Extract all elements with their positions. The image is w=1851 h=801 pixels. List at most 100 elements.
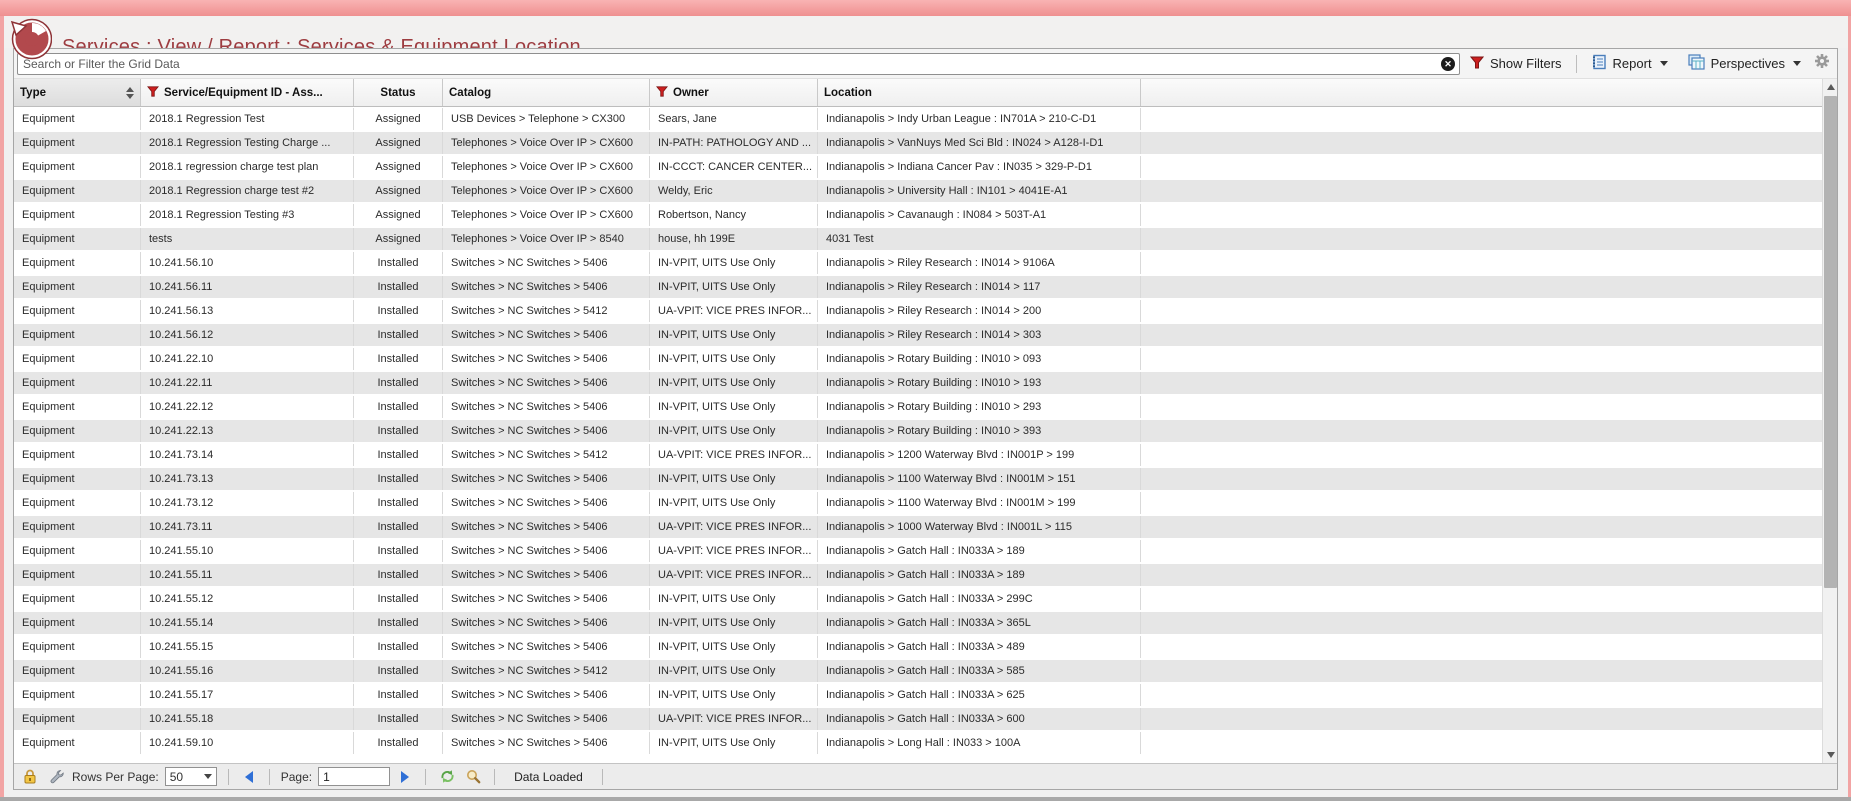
table-row[interactable]: Equipment10.241.55.18InstalledSwitches >… xyxy=(14,707,1837,731)
table-row[interactable]: Equipment10.241.73.13InstalledSwitches >… xyxy=(14,467,1837,491)
cell-type: Equipment xyxy=(14,108,141,130)
column-header-owner[interactable]: Owner xyxy=(650,79,818,106)
cell-filler xyxy=(1141,276,1837,298)
table-row[interactable]: Equipment10.241.56.10InstalledSwitches >… xyxy=(14,251,1837,275)
perspectives-button[interactable]: Perspectives xyxy=(1678,52,1811,76)
bottom-border-strip xyxy=(0,797,1851,801)
cell-type: Equipment xyxy=(14,156,141,178)
cell-status: Assigned xyxy=(354,132,443,154)
table-row[interactable]: Equipment10.241.55.17InstalledSwitches >… xyxy=(14,683,1837,707)
cell-catalog: Switches > NC Switches > 5406 xyxy=(443,636,650,658)
table-row[interactable]: Equipment2018.1 Regression charge test #… xyxy=(14,179,1837,203)
cell-type: Equipment xyxy=(14,708,141,730)
report-button[interactable]: Report xyxy=(1581,52,1678,76)
cell-filler xyxy=(1141,612,1837,634)
page-number-input[interactable] xyxy=(318,767,390,786)
table-row[interactable]: Equipment10.241.73.11InstalledSwitches >… xyxy=(14,515,1837,539)
table-row[interactable]: Equipment10.241.22.10InstalledSwitches >… xyxy=(14,347,1837,371)
cell-location: Indianapolis > Riley Research : IN014 > … xyxy=(818,300,1141,322)
cell-service-equipment-id: tests xyxy=(141,228,354,250)
cell-status: Assigned xyxy=(354,108,443,130)
cell-type: Equipment xyxy=(14,180,141,202)
cell-owner: UA-VPIT: VICE PRES INFOR... xyxy=(650,516,818,538)
cell-service-equipment-id: 10.241.73.11 xyxy=(141,516,354,538)
table-row[interactable]: EquipmenttestsAssignedTelephones > Voice… xyxy=(14,227,1837,251)
cell-location: Indianapolis > University Hall : IN101 >… xyxy=(818,180,1141,202)
cell-type: Equipment xyxy=(14,396,141,418)
cell-catalog: Switches > NC Switches > 5406 xyxy=(443,492,650,514)
cell-owner: IN-VPIT, UITS Use Only xyxy=(650,468,818,490)
cell-service-equipment-id: 10.241.56.12 xyxy=(141,324,354,346)
scroll-up-icon[interactable] xyxy=(1823,79,1838,95)
cell-location: Indianapolis > Indiana Cancer Pav : IN03… xyxy=(818,156,1141,178)
cell-type: Equipment xyxy=(14,540,141,562)
table-row[interactable]: Equipment10.241.55.15InstalledSwitches >… xyxy=(14,635,1837,659)
select-caret-icon xyxy=(204,774,212,779)
cell-location: Indianapolis > Rotary Building : IN010 >… xyxy=(818,372,1141,394)
cell-type: Equipment xyxy=(14,468,141,490)
column-header-catalog[interactable]: Catalog xyxy=(443,79,650,106)
cell-owner: IN-VPIT, UITS Use Only xyxy=(650,588,818,610)
cell-service-equipment-id: 2018.1 Regression Testing Charge ... xyxy=(141,132,354,154)
toolbar-separator xyxy=(1576,55,1577,73)
next-page-button[interactable] xyxy=(396,768,414,786)
table-row[interactable]: Equipment10.241.56.12InstalledSwitches >… xyxy=(14,323,1837,347)
rows-per-page-select[interactable]: 50 xyxy=(165,767,217,786)
cell-owner: IN-VPIT, UITS Use Only xyxy=(650,660,818,682)
cell-service-equipment-id: 10.241.56.10 xyxy=(141,252,354,274)
table-row[interactable]: Equipment10.241.55.16InstalledSwitches >… xyxy=(14,659,1837,683)
lock-icon[interactable] xyxy=(20,767,40,787)
table-row[interactable]: Equipment10.241.55.14InstalledSwitches >… xyxy=(14,611,1837,635)
table-row[interactable]: Equipment2018.1 regression charge test p… xyxy=(14,155,1837,179)
show-filters-label: Show Filters xyxy=(1490,56,1562,71)
table-row[interactable]: Equipment10.241.55.11InstalledSwitches >… xyxy=(14,563,1837,587)
cell-catalog: Switches > NC Switches > 5412 xyxy=(443,660,650,682)
cell-location: Indianapolis > 1100 Waterway Blvd : IN00… xyxy=(818,492,1141,514)
cell-owner: UA-VPIT: VICE PRES INFOR... xyxy=(650,300,818,322)
table-row[interactable]: Equipment2018.1 Regression Testing Charg… xyxy=(14,131,1837,155)
column-header-service-equipment-id[interactable]: Service/Equipment ID - Ass... xyxy=(141,79,354,106)
table-row[interactable]: Equipment10.241.22.13InstalledSwitches >… xyxy=(14,419,1837,443)
table-row[interactable]: Equipment10.241.55.10InstalledSwitches >… xyxy=(14,539,1837,563)
cell-filler xyxy=(1141,732,1837,754)
cell-filler xyxy=(1141,636,1837,658)
cell-service-equipment-id: 10.241.55.16 xyxy=(141,660,354,682)
grid-settings-button[interactable] xyxy=(1811,53,1833,75)
cell-filler xyxy=(1141,300,1837,322)
cell-service-equipment-id: 10.241.55.14 xyxy=(141,612,354,634)
previous-page-button[interactable] xyxy=(240,768,258,786)
column-header-status[interactable]: Status xyxy=(354,79,443,106)
grid-status-text: Data Loaded xyxy=(506,770,591,784)
table-row[interactable]: Equipment2018.1 Regression TestAssignedU… xyxy=(14,107,1837,131)
cell-location: Indianapolis > Riley Research : IN014 > … xyxy=(818,324,1141,346)
refresh-icon[interactable] xyxy=(437,767,457,787)
clear-search-icon[interactable]: ✕ xyxy=(1441,57,1455,71)
zoom-icon[interactable] xyxy=(463,767,483,787)
show-filters-button[interactable]: Show Filters xyxy=(1460,52,1572,76)
table-row[interactable]: Equipment10.241.22.12InstalledSwitches >… xyxy=(14,395,1837,419)
cell-location: Indianapolis > Long Hall : IN033 > 100A xyxy=(818,732,1141,754)
wrench-icon[interactable] xyxy=(46,767,66,787)
table-row[interactable]: Equipment10.241.56.13InstalledSwitches >… xyxy=(14,299,1837,323)
cell-catalog: Switches > NC Switches > 5406 xyxy=(443,468,650,490)
table-row[interactable]: Equipment10.241.56.11InstalledSwitches >… xyxy=(14,275,1837,299)
table-row[interactable]: Equipment10.241.73.12InstalledSwitches >… xyxy=(14,491,1837,515)
column-header-type[interactable]: Type xyxy=(14,79,141,106)
cell-service-equipment-id: 10.241.73.14 xyxy=(141,444,354,466)
search-input[interactable] xyxy=(17,53,1460,75)
column-header-location[interactable]: Location xyxy=(818,79,1141,106)
table-row[interactable]: Equipment2018.1 Regression Testing #3Ass… xyxy=(14,203,1837,227)
cell-status: Installed xyxy=(354,468,443,490)
table-row[interactable]: Equipment10.241.22.11InstalledSwitches >… xyxy=(14,371,1837,395)
scroll-down-icon[interactable] xyxy=(1823,747,1838,763)
vertical-scrollbar[interactable] xyxy=(1822,79,1837,763)
table-row[interactable]: Equipment10.241.73.14InstalledSwitches >… xyxy=(14,443,1837,467)
scrollbar-thumb[interactable] xyxy=(1824,96,1837,588)
cell-filler xyxy=(1141,444,1837,466)
sort-icon[interactable] xyxy=(126,87,134,99)
table-row[interactable]: Equipment10.241.55.12InstalledSwitches >… xyxy=(14,587,1837,611)
cell-filler xyxy=(1141,468,1837,490)
table-row[interactable]: Equipment10.241.59.10InstalledSwitches >… xyxy=(14,731,1837,755)
cell-filler xyxy=(1141,588,1837,610)
column-label: Status xyxy=(380,87,415,99)
